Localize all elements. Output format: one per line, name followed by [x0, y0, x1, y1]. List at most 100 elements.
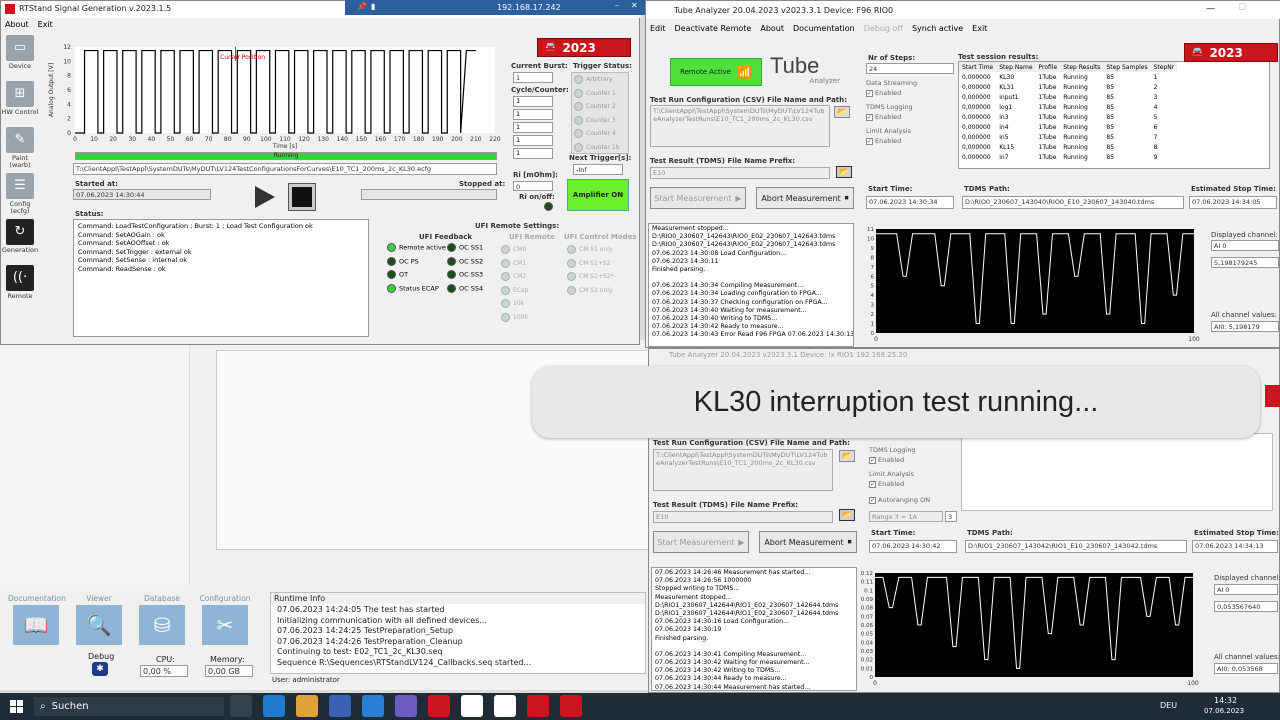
- lang-indicator[interactable]: DEU: [1160, 701, 1177, 710]
- range-select[interactable]: Range 3 = 1A: [869, 511, 943, 522]
- config-path-field[interactable]: T:\ClientAppl\TestAppl\SystemDUTs\MyDUT\…: [73, 163, 497, 175]
- csv-browse-icon[interactable]: 📂: [834, 106, 850, 118]
- debug-icon[interactable]: ✱: [92, 662, 108, 676]
- start-measurement-button[interactable]: Start Measurement ▶: [653, 531, 749, 553]
- menu-about[interactable]: About: [5, 20, 29, 29]
- sidebar-item-paint[interactable]: ✎ Paint (warb): [1, 127, 39, 169]
- displayed-channel-select[interactable]: AI 0: [1214, 584, 1278, 595]
- rtstand-icon[interactable]: [527, 695, 549, 717]
- tube-analyzer-icon-2[interactable]: [494, 695, 516, 717]
- results-header[interactable]: Start Time: [959, 62, 997, 72]
- menu-exit[interactable]: Exit: [38, 20, 53, 29]
- ri-onoff-led[interactable]: [544, 202, 553, 211]
- sidebar-item-generation[interactable]: ↻ Generation: [1, 219, 39, 254]
- sidebar-item-hw[interactable]: ⊞ HW Control: [1, 81, 39, 116]
- tdms-browse-icon[interactable]: 📂: [836, 166, 852, 178]
- pin-icon[interactable]: 📌: [357, 2, 367, 11]
- limit-analysis-checkbox[interactable]: ✓: [869, 480, 876, 488]
- clock-time[interactable]: 14:32: [1214, 696, 1237, 705]
- csv-path-field[interactable]: T:\ClientAppl\TestAppl\SystemDUTs\MyDUT\…: [653, 449, 833, 491]
- rdp-connection-bar[interactable]: 📌 ▮ 192.168.17.242 – ✕: [345, 0, 645, 15]
- play-button[interactable]: [255, 186, 275, 208]
- tdms-prefix-field[interactable]: E10: [653, 511, 833, 523]
- menu-exit[interactable]: Exit: [972, 24, 987, 33]
- ufi-remote-row[interactable]: CM0: [501, 245, 557, 259]
- table-row[interactable]: 0,000000 KL30 1Tube Running 85 1: [959, 72, 1177, 82]
- all-values-select[interactable]: AI0: 0,053568: [1214, 663, 1278, 674]
- ufi-remote-row[interactable]: CM1: [501, 258, 557, 273]
- table-row[interactable]: 0,000000 in5 1Tube Running 85 7: [959, 132, 1177, 142]
- all-values-select[interactable]: AI0: 5,198179: [1211, 321, 1279, 332]
- taskbar-apps: [230, 695, 582, 717]
- labview-icon[interactable]: [428, 695, 450, 717]
- minimize-icon[interactable]: —: [1206, 4, 1215, 14]
- results-header[interactable]: Step Samples: [1103, 62, 1151, 72]
- table-row[interactable]: 0,000000 KL31 1Tube Running 85 2: [959, 82, 1177, 92]
- abort-measurement-button[interactable]: Abort Measurement ⏹: [759, 531, 857, 553]
- csv-path-field[interactable]: T:\ClientAppl\TestAppl\SystemDUTs\MyDUT\…: [650, 105, 830, 147]
- table-row[interactable]: 0,000000 log1 1Tube Running 85 4: [959, 102, 1177, 112]
- limit-analysis-checkbox[interactable]: ✓: [866, 137, 873, 145]
- menu-deactivate-remote[interactable]: Deactivate Remote: [675, 24, 752, 33]
- table-row[interactable]: 0,000000 in4 1Tube Running 85 6: [959, 122, 1177, 132]
- menu-synch-active[interactable]: Synch active: [912, 24, 963, 33]
- maximize-icon[interactable]: ☐: [1238, 3, 1246, 13]
- tdms-logging-checkbox[interactable]: ✓: [869, 456, 876, 464]
- ufi-mode-row[interactable]: CM S1+S2: [567, 258, 633, 273]
- tile-documentation[interactable]: Documentation 📖: [8, 594, 66, 645]
- tdms-prefix-field[interactable]: E10: [650, 167, 830, 179]
- tile-database[interactable]: Database ⛁: [134, 594, 190, 645]
- log-line: Finished parsing.: [655, 634, 709, 642]
- results-header[interactable]: Step Name: [996, 62, 1036, 72]
- stop-button[interactable]: [288, 183, 316, 211]
- clock-date[interactable]: 07.06.2023: [1204, 707, 1244, 715]
- file-explorer-icon[interactable]: [296, 695, 318, 717]
- menu-debug-off[interactable]: Debug off: [864, 24, 903, 33]
- edge-icon[interactable]: [263, 695, 285, 717]
- menu-documentation[interactable]: Documentation: [793, 24, 855, 33]
- csv-browse-icon[interactable]: 📂: [839, 450, 855, 462]
- results-header[interactable]: StepNr: [1150, 62, 1178, 72]
- tile-configuration[interactable]: Configuration ✂: [197, 594, 253, 645]
- ufi-remote-row[interactable]: CM2: [501, 272, 557, 286]
- menu-edit[interactable]: Edit: [650, 24, 666, 33]
- ufi-remote-row[interactable]: ECap: [501, 285, 557, 300]
- table-row[interactable]: 0,000000 KL15 1Tube Running 85 8: [959, 142, 1177, 152]
- tile-viewer[interactable]: Viewer 🔍: [71, 594, 127, 645]
- table-row[interactable]: 0,000000 input1 1Tube Running 85 3: [959, 92, 1177, 102]
- ri-value[interactable]: 0: [513, 181, 553, 191]
- tdms-browse-icon[interactable]: 📂: [839, 509, 855, 521]
- tdms-logging-checkbox[interactable]: ✓: [866, 113, 873, 121]
- signal-gen-icon[interactable]: [560, 695, 582, 717]
- windows-start-icon[interactable]: [10, 700, 23, 713]
- sidebar-item-config[interactable]: ☰ Config (ecfg): [1, 173, 39, 215]
- ufi-mode-row[interactable]: CM S1+S2*: [567, 272, 633, 286]
- data-streaming-checkbox[interactable]: ✓: [866, 89, 873, 97]
- autoranging-checkbox[interactable]: ✓: [869, 496, 876, 504]
- rdp-minimize-icon[interactable]: –: [615, 1, 619, 10]
- table-row[interactable]: 0,000000 in7 1Tube Running 85 9: [959, 152, 1177, 162]
- results-header[interactable]: Step Results: [1060, 62, 1104, 72]
- mail-icon[interactable]: [362, 695, 384, 717]
- search-box[interactable]: ⌕ Suchen: [34, 697, 224, 716]
- abort-measurement-button[interactable]: Abort Measurement ⏹: [756, 187, 854, 209]
- ufi-remote-row[interactable]: 100k: [501, 312, 557, 327]
- ufi-mode-row[interactable]: CM S1 only: [567, 245, 633, 259]
- ufi-mode-row[interactable]: CM S2 only: [567, 285, 633, 300]
- store-icon[interactable]: [329, 695, 351, 717]
- plot-area: [75, 47, 495, 133]
- sidebar-item-device[interactable]: ▭ Device: [1, 35, 39, 70]
- task-view-icon[interactable]: [230, 695, 252, 717]
- amplifier-button[interactable]: Amplifier ON: [567, 179, 629, 211]
- ufi-remote-row[interactable]: 10k: [501, 299, 557, 313]
- results-header[interactable]: Profile: [1035, 62, 1061, 72]
- start-measurement-button[interactable]: Start Measurement ▶: [650, 187, 746, 209]
- menu-about[interactable]: About: [760, 24, 784, 33]
- tube-analyzer-icon[interactable]: [461, 695, 483, 717]
- displayed-channel-select[interactable]: AI 0: [1211, 240, 1279, 251]
- sidebar-item-remote[interactable]: ((· Remote: [1, 265, 39, 300]
- rdp-close-icon[interactable]: ✕: [631, 1, 638, 10]
- save-icon[interactable]: [395, 695, 417, 717]
- log-line: D:\RIO0_230607_142643\RIO0_E02_230607_14…: [652, 241, 836, 249]
- table-row[interactable]: 0,000000 in3 1Tube Running 85 5: [959, 112, 1177, 122]
